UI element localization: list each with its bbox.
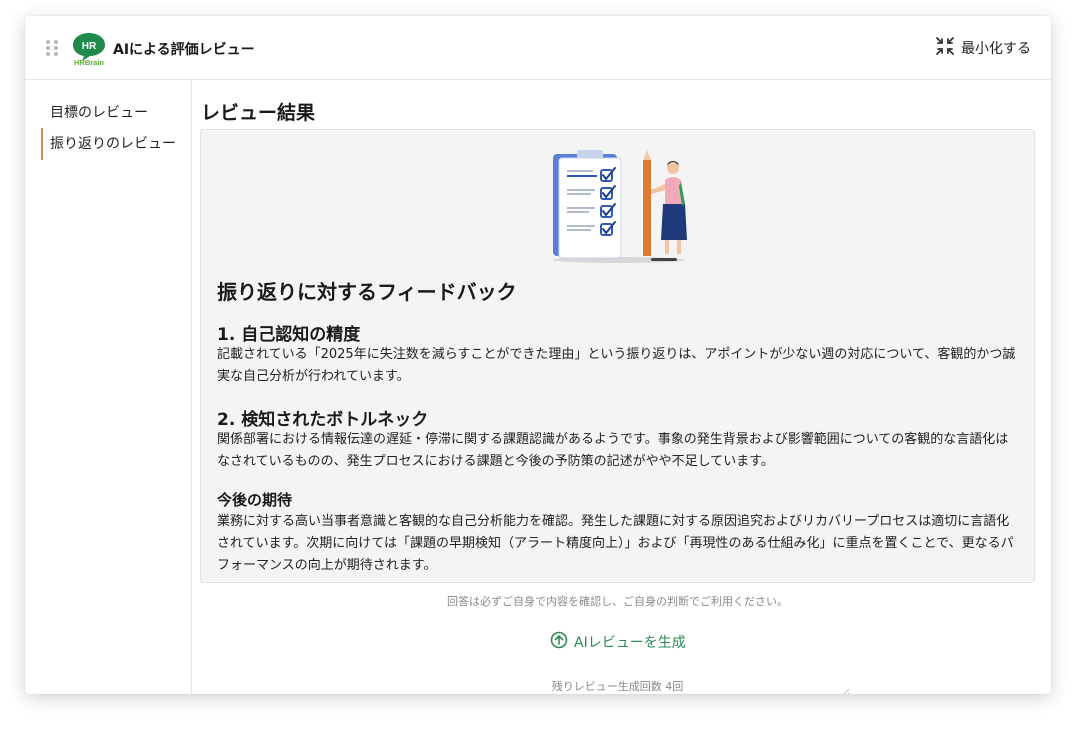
generate-ai-review-button[interactable]: AIレビューを生成 [550,631,686,653]
section-body-bottleneck: 関係部署における情報伝達の遅延・停滞に関する課題認識があるようです。事象の発生背… [217,432,1009,469]
drag-handle-icon[interactable] [46,40,60,56]
checklist-illustration [545,146,693,266]
logo-subtext: HRBrain [74,58,104,67]
minimize-button[interactable]: 最小化する [935,36,1031,60]
logo-text: HR [82,41,97,52]
remaining-count: 残りレビュー生成回数 4回 [551,680,684,693]
sidebar-item-reflection-review[interactable]: 振り返りのレビュー [41,128,176,160]
page-title: レビュー結果 [201,102,316,124]
app-title: AIによる評価レビュー [113,42,255,58]
section-body-self-awareness: 記載されている「2025年に失注数を減らすことができた理由」という振り返りは、ア… [217,347,1016,384]
feedback-title: 振り返りに対するフィードバック [217,280,517,304]
arrow-up-circle-icon [550,631,568,653]
generate-label: AIレビューを生成 [574,635,686,651]
section-heading-expectations: 今後の期待 [217,491,293,509]
sidebar-item-goal-review[interactable]: 目標のレビュー [41,97,148,129]
section-heading-bottleneck: 2. 検知されたボトルネック [217,410,429,430]
resize-grip-icon[interactable] [840,683,850,694]
section-body-expectations: 業務に対する高い当事者意識と客観的な自己分析能力を確認。発生した課題に対する原因… [217,514,1014,573]
feedback-card: 振り返りに対するフィードバック 1. 自己認知の精度 記載されている「2025年… [200,129,1035,583]
main-content: レビュー結果 振り返りに対するフィードバック 1. 自己認知の精度 記載されてい… [200,80,1035,694]
ai-review-panel: HR HRBrain AIによる評価レビュー 最小化する 目標のレビュー 振り返… [25,16,1051,694]
hrbrain-logo: HR HRBrain [71,31,107,67]
panel-header: HR HRBrain AIによる評価レビュー 最小化する [25,16,1051,80]
collapse-arrows-icon [935,36,955,60]
sidebar: 目標のレビュー 振り返りのレビュー [25,80,192,694]
minimize-label: 最小化する [961,41,1031,57]
section-heading-self-awareness: 1. 自己認知の精度 [217,325,361,345]
disclaimer-text: 回答は必ずご自身で内容を確認し、ご自身の判断でご利用ください。 [447,595,788,608]
